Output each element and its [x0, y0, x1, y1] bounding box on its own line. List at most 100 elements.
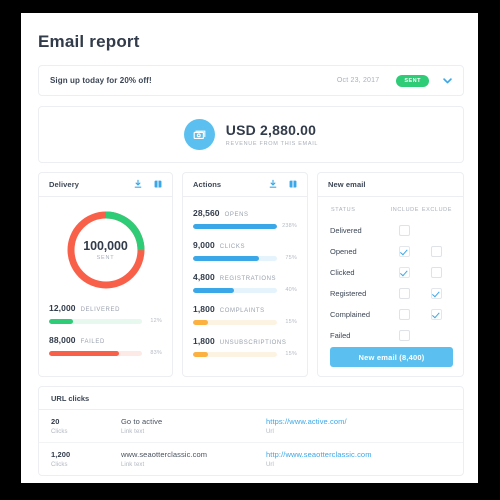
new-email-body: STATUS INCLUDE EXCLUDE Delivered Opened — [318, 197, 463, 377]
book-icon[interactable] — [153, 176, 163, 194]
new-email-button[interactable]: New email (8,400) — [330, 347, 453, 367]
report-page: Email report Sign up today for 20% off! … — [21, 13, 478, 483]
exclude-checkbox[interactable] — [431, 267, 443, 278]
download-icon[interactable] — [268, 176, 278, 194]
metric-registrations: 4,800 REGISTRATIONS 40% — [193, 272, 297, 293]
campaign-row[interactable]: Sign up today for 20% off! Oct 23, 2017 … — [38, 65, 464, 96]
clicks-label: Clicks — [51, 462, 68, 468]
table-row: Failed — [330, 325, 453, 346]
metric-delivered: 12,000 DELIVERED 12% — [49, 303, 162, 324]
delivery-title: Delivery — [49, 180, 79, 189]
url-clicks-header: URL clicks — [39, 387, 463, 410]
progress-fill — [193, 351, 209, 357]
delivery-card: Delivery 100,000 SENT 12,000 DELIVERED 1… — [38, 172, 173, 377]
clicks-label: Clicks — [51, 429, 68, 435]
metric-failed: 88,000 FAILED 83% — [49, 335, 162, 356]
status-filter-table: STATUS INCLUDE EXCLUDE Delivered Opened — [330, 206, 453, 346]
new-email-title: New email — [328, 180, 366, 189]
link-text-value: Go to active — [121, 417, 163, 426]
exclude-cell — [421, 220, 453, 241]
metric-unsubscriptions: 1,800 UNSUBSCRIPTIONS 15% — [193, 336, 297, 357]
url-link[interactable]: https://www.active.com/ — [266, 417, 451, 426]
status-label: Registered — [330, 289, 367, 298]
include-cell[interactable] — [389, 325, 421, 346]
metric-value: 88,000 — [49, 335, 76, 345]
new-email-header: New email — [318, 173, 463, 197]
revenue-label: REVENUE FROM THIS EMAIL — [225, 141, 319, 148]
revenue-card: USD 2,880.00 REVENUE FROM THIS EMAIL — [38, 106, 464, 163]
table-row: 1,200 Clicks www.seaotterclassic.com Lin… — [39, 443, 463, 475]
progress-track — [193, 223, 277, 229]
metric-opens: 28,560 OPENS 238% — [193, 208, 297, 229]
include-cell[interactable] — [389, 283, 421, 304]
url-link[interactable]: http://www.seaotterclassic.com — [266, 450, 451, 459]
progress-percent: 12% — [150, 318, 162, 324]
metric-value: 4,800 — [193, 272, 215, 282]
progress-track — [193, 351, 277, 357]
progress-track — [193, 287, 277, 293]
progress-track — [49, 318, 142, 324]
exclude-checkbox[interactable] — [431, 309, 443, 320]
include-checkbox[interactable] — [399, 288, 411, 299]
exclude-cell[interactable] — [421, 241, 453, 262]
progress-fill — [193, 319, 209, 325]
include-checkbox[interactable] — [399, 246, 411, 257]
include-checkbox[interactable] — [399, 309, 411, 320]
actions-body: 28,560 OPENS 238% 9,000 CLICKS 75% 4,800… — [183, 197, 307, 367]
table-header-row: STATUS INCLUDE EXCLUDE — [330, 206, 453, 220]
book-icon[interactable] — [288, 176, 298, 194]
url-label: Url — [266, 462, 274, 468]
table-row: Delivered — [330, 220, 453, 241]
download-icon[interactable] — [133, 176, 143, 194]
metric-value: 1,800 — [193, 336, 215, 346]
progress-track — [193, 319, 277, 325]
actions-card-header: Actions — [183, 173, 307, 197]
progress-percent: 15% — [285, 319, 297, 325]
progress-percent: 75% — [285, 255, 297, 261]
exclude-cell[interactable] — [421, 262, 453, 283]
include-checkbox[interactable] — [399, 267, 411, 278]
url-clicks-card: URL clicks 20 Clicks Go to active Link t… — [38, 386, 464, 476]
include-checkbox[interactable] — [399, 330, 411, 341]
metric-clicks: 9,000 CLICKS 75% — [193, 240, 297, 261]
status-label: Delivered — [330, 226, 362, 235]
exclude-cell[interactable] — [421, 304, 453, 325]
table-row: Clicked — [330, 262, 453, 283]
delivery-donut-chart: 100,000 SENT — [64, 208, 148, 292]
metric-label: OPENS — [224, 212, 249, 218]
progress-percent: 40% — [285, 287, 297, 293]
include-cell[interactable] — [389, 262, 421, 283]
table-row: Opened — [330, 241, 453, 262]
stats-row: Delivery 100,000 SENT 12,000 DELIVERED 1… — [38, 172, 464, 377]
column-status: STATUS — [331, 207, 356, 213]
progress-fill — [193, 223, 277, 229]
progress-fill — [49, 318, 74, 324]
clicks-value: 1,200 — [51, 450, 71, 459]
url-label: Url — [266, 429, 274, 435]
status-label: Opened — [330, 247, 357, 256]
progress-percent: 15% — [285, 351, 297, 357]
progress-percent: 238% — [282, 223, 297, 229]
chevron-down-icon[interactable] — [442, 75, 453, 86]
include-cell[interactable] — [389, 220, 421, 241]
include-checkbox[interactable] — [399, 225, 411, 236]
url-clicks-title: URL clicks — [51, 393, 90, 403]
actions-title: Actions — [193, 180, 222, 189]
metric-value: 1,800 — [193, 304, 215, 314]
include-cell[interactable] — [389, 304, 421, 325]
progress-track — [49, 350, 142, 356]
table-row: 20 Clicks Go to active Link text https:/… — [39, 410, 463, 443]
exclude-cell[interactable] — [421, 283, 453, 304]
progress-percent: 83% — [150, 350, 162, 356]
status-badge: SENT — [396, 74, 429, 87]
revenue-amount: USD 2,880.00 — [225, 121, 317, 138]
include-cell[interactable] — [389, 241, 421, 262]
exclude-checkbox[interactable] — [431, 288, 443, 299]
page-title: Email report — [38, 32, 140, 51]
metric-label: UNSUBSCRIPTIONS — [219, 340, 287, 346]
status-label: Complained — [330, 310, 371, 319]
clicks-value: 20 — [51, 417, 60, 426]
link-text-label: Link text — [121, 462, 145, 468]
exclude-checkbox[interactable] — [431, 246, 443, 257]
link-text-label: Link text — [121, 429, 145, 435]
